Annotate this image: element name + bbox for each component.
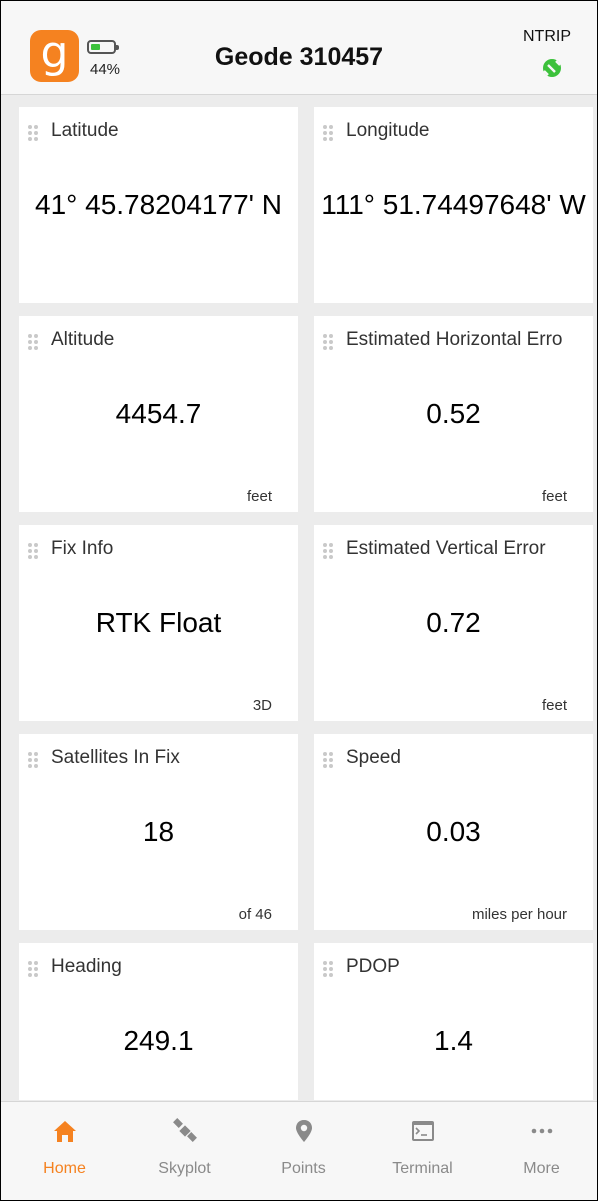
tab-skyplot[interactable]: Skyplot: [125, 1102, 244, 1200]
app-screen: g 44% Geode 310457 NTRIP Latitude 41° 45.…: [0, 0, 598, 1201]
metric-value: 18: [142, 816, 175, 847]
metric-unit: feet: [246, 488, 272, 505]
metric-card[interactable]: Longitude 111° 51.74497648' W: [314, 107, 593, 303]
terminal-icon: [412, 1121, 434, 1141]
metric-value: 0.52: [426, 398, 481, 429]
metric-card[interactable]: Estimated Horizontal Erro 0.52 feet: [314, 316, 593, 512]
tab-label: Points: [281, 1160, 326, 1177]
drag-handle-icon[interactable]: [27, 332, 39, 352]
drag-handle-icon[interactable]: [27, 959, 39, 979]
metric-card[interactable]: Altitude 4454.7 feet: [19, 316, 298, 512]
drag-handle-icon[interactable]: [322, 123, 334, 143]
metric-label: Estimated Vertical Error: [346, 538, 546, 559]
metric-card[interactable]: Estimated Vertical Error 0.72 feet: [314, 525, 593, 721]
home-icon: [54, 1121, 76, 1142]
more-dots-icon: [531, 1128, 553, 1134]
tab-points[interactable]: Points: [244, 1102, 363, 1200]
metric-unit: miles per hour: [471, 906, 567, 923]
metric-card[interactable]: Speed 0.03 miles per hour: [314, 734, 593, 930]
metric-label: Heading: [51, 956, 122, 977]
metric-label: Speed: [346, 747, 401, 768]
tab-label: More: [523, 1160, 560, 1177]
dashboard-grid: Latitude 41° 45.78204177' N Longitude 111° …: [1, 94, 597, 1100]
metric-value: 1.4: [434, 1025, 473, 1056]
metric-unit: 3D: [252, 697, 272, 714]
drag-handle-icon[interactable]: [27, 750, 39, 770]
metric-value: 111° 51.74497648' W: [321, 189, 586, 220]
metric-unit: of 46: [238, 906, 272, 923]
metric-card[interactable]: Satellites In Fix 18 of 46: [19, 734, 298, 930]
metric-card[interactable]: Heading 249.1: [19, 943, 298, 1100]
metric-value: 0.72: [426, 607, 481, 638]
header-bar: g 44% Geode 310457 NTRIP: [1, 1, 597, 95]
tab-bar: Home Skyplot Points Terminal More: [1, 1101, 597, 1200]
metric-card[interactable]: Latitude 41° 45.78204177' N: [19, 107, 298, 303]
metric-value: 41° 45.78204177' N: [35, 189, 282, 220]
drag-handle-icon[interactable]: [322, 332, 334, 352]
drag-handle-icon[interactable]: [322, 750, 334, 770]
ntrip-status-icon[interactable]: [541, 57, 563, 79]
metric-unit: feet: [541, 697, 567, 714]
metric-card[interactable]: Fix Info RTK Float 3D: [19, 525, 298, 721]
tab-home[interactable]: Home: [5, 1102, 124, 1200]
tab-label: Home: [43, 1160, 86, 1177]
drag-handle-icon[interactable]: [322, 959, 334, 979]
metric-label: Altitude: [51, 329, 115, 350]
metric-value: 4454.7: [115, 398, 202, 429]
map-pin-icon: [296, 1120, 312, 1142]
ntrip-label[interactable]: NTRIP: [523, 28, 571, 46]
metric-value: 249.1: [123, 1025, 194, 1056]
device-title: Geode 310457: [214, 43, 384, 71]
drag-handle-icon[interactable]: [322, 541, 334, 561]
tab-more[interactable]: More: [482, 1102, 597, 1200]
drag-handle-icon[interactable]: [27, 541, 39, 561]
tab-terminal[interactable]: Terminal: [363, 1102, 482, 1200]
tab-label: Terminal: [392, 1160, 453, 1177]
satellite-icon: [173, 1118, 197, 1142]
metric-label: PDOP: [346, 956, 400, 977]
metric-label: Fix Info: [51, 538, 114, 559]
metric-value: 0.03: [426, 816, 481, 847]
drag-handle-icon[interactable]: [27, 123, 39, 143]
metric-label: Satellites In Fix: [51, 747, 180, 768]
metric-label: Longitude: [346, 120, 430, 141]
metric-value: RTK Float: [95, 607, 222, 638]
metric-label: Estimated Horizontal Erro: [346, 329, 563, 350]
metric-unit: feet: [541, 488, 567, 505]
metric-label: Latitude: [51, 120, 119, 141]
metric-card[interactable]: PDOP 1.4: [314, 943, 593, 1100]
tab-label: Skyplot: [158, 1160, 211, 1177]
